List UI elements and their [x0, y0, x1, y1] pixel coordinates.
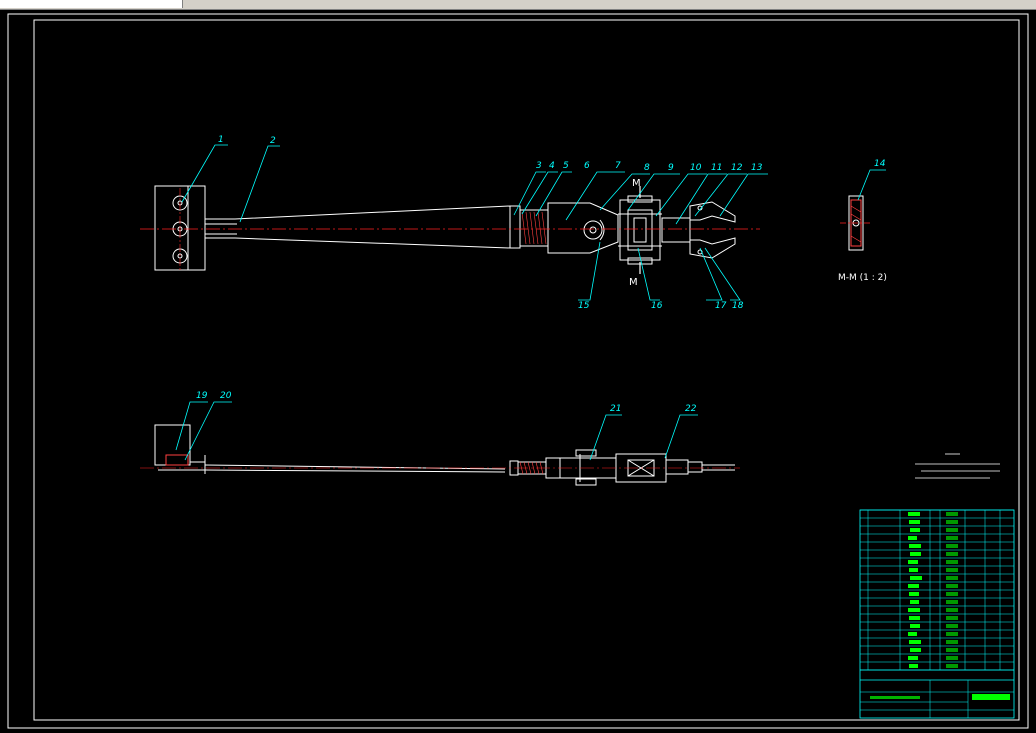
bom-row-mark: [909, 592, 919, 596]
plan-view: [154, 185, 736, 274]
technical-notes: [915, 453, 1000, 479]
drawing-tab[interactable]: [0, 0, 183, 8]
callout-1: 1: [218, 135, 224, 145]
leader-lines: [175, 144, 886, 461]
bom-row-mark: [910, 624, 920, 628]
side-base-block: [154, 424, 191, 466]
gripper-body: [661, 217, 691, 243]
bom-row-mark: [946, 536, 958, 540]
clevis-body: [547, 202, 619, 254]
bom-row-mark: [908, 560, 918, 564]
bom-row-mark: [908, 584, 919, 588]
bom-row-mark: [946, 552, 958, 556]
bom-row-mark: [909, 544, 921, 548]
bom-row-mark: [909, 640, 921, 644]
section-view-label: M-M (1 : 2): [838, 273, 887, 283]
bom-row-mark: [908, 608, 920, 612]
bom-row-mark: [908, 536, 917, 540]
bom-row-mark: [946, 640, 958, 644]
callout-5: 5: [563, 161, 569, 171]
pivot-pin: [583, 220, 603, 240]
bom-row-mark: [910, 648, 921, 652]
callout-14: 14: [874, 159, 886, 169]
callout-7: 7: [615, 161, 621, 171]
bom-row-mark: [946, 624, 958, 628]
lower-jaw: [689, 237, 736, 259]
bom-row-mark: [946, 608, 958, 612]
bom-row-mark: [946, 568, 958, 572]
side-arm: [204, 464, 506, 473]
bom-row-mark: [946, 592, 958, 596]
bom-row-mark: [946, 528, 958, 532]
window-title-bar: [0, 0, 1036, 10]
bom-row-mark: [909, 520, 920, 524]
callout-2: 2: [270, 136, 276, 146]
upper-jaw: [689, 201, 736, 223]
bom-row-mark: [910, 528, 920, 532]
bom-row-mark: [946, 576, 958, 580]
bom-row-mark: [946, 560, 958, 564]
bom-row-mark: [946, 664, 958, 668]
section-marker-bottom: M: [629, 277, 638, 288]
bom-row-mark: [909, 664, 918, 668]
callout-12: 12: [731, 163, 743, 173]
bom-row-mark: [946, 656, 958, 660]
callout-22: 22: [685, 404, 697, 414]
bom-row-mark: [910, 552, 921, 556]
bom-row-mark: [910, 600, 919, 604]
bom-row-mark: [946, 512, 958, 516]
callout-16: 16: [651, 301, 663, 311]
callout-4: 4: [549, 161, 555, 171]
callout-19: 19: [196, 391, 208, 401]
bom-row-mark: [946, 520, 958, 524]
tapered-arm: [205, 205, 511, 249]
bom-row-mark: [946, 584, 958, 588]
bom-row-mark: [946, 544, 958, 548]
callout-8: 8: [644, 163, 650, 173]
bom-row-mark: [908, 632, 917, 636]
outer-frame: [7, 13, 1029, 729]
callout-3: 3: [536, 161, 542, 171]
side-view: [154, 424, 735, 486]
bom-row-mark: [946, 648, 958, 652]
parts-list-table: [859, 509, 1015, 719]
callout-20: 20: [220, 391, 232, 401]
inner-frame: [33, 19, 1020, 721]
callout-6: 6: [584, 161, 590, 171]
bom-row-mark: [908, 512, 920, 516]
callout-17: 17: [715, 301, 727, 311]
section-marker-top: M: [632, 178, 641, 189]
bom-row-mark: [946, 616, 958, 620]
cad-drawing-canvas[interactable]: M M M-M (1 : 2) 1 2 3 4 5 6 7 8 9 10 11 …: [0, 10, 1036, 733]
callout-11: 11: [711, 163, 722, 173]
callout-15: 15: [578, 301, 590, 311]
bom-row-mark: [909, 616, 920, 620]
callout-21: 21: [610, 404, 621, 414]
joint-housing: [619, 199, 661, 261]
callout-10: 10: [690, 163, 702, 173]
bom-row-mark: [908, 656, 918, 660]
callout-18: 18: [732, 301, 744, 311]
bom-row-mark: [946, 600, 958, 604]
callout-numbers: 1 2 3 4 5 6 7 8 9 10 11 12 13 14 15 16 1…: [196, 135, 886, 414]
bom-row-mark: [909, 568, 918, 572]
bom-row-mark: [946, 632, 958, 636]
callout-13: 13: [751, 163, 763, 173]
callout-9: 9: [668, 163, 674, 173]
bom-row-mark: [910, 576, 922, 580]
